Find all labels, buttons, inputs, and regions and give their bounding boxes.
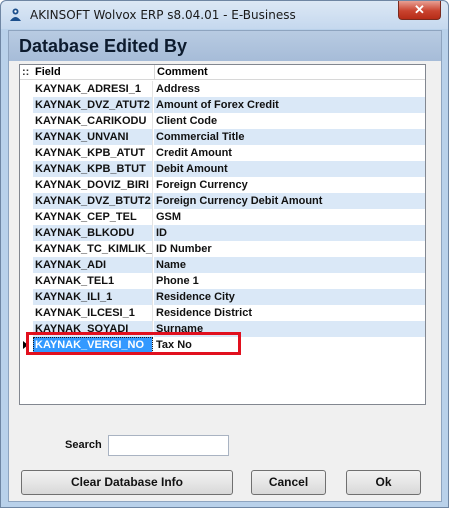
cell-comment[interactable]: Client Code	[154, 113, 425, 129]
column-header-field[interactable]: Field	[35, 65, 61, 80]
row-indicator[interactable]	[20, 241, 32, 257]
dialog-body: Database Edited By :: Field Comment KAYN…	[8, 30, 442, 502]
row-indicator[interactable]	[20, 305, 32, 321]
cell-field[interactable]: KAYNAK_DOVIZ_BIRI	[33, 177, 153, 193]
ok-button[interactable]: Ok	[346, 470, 421, 495]
row-indicator[interactable]	[20, 113, 32, 129]
cell-comment[interactable]: GSM	[154, 209, 425, 225]
cell-comment[interactable]: Address	[154, 81, 425, 97]
cell-comment[interactable]: Residence District	[154, 305, 425, 321]
close-button[interactable]: ✕	[398, 1, 441, 20]
row-indicator[interactable]	[20, 129, 32, 145]
cell-comment[interactable]: ID Number	[154, 241, 425, 257]
row-indicator[interactable]	[20, 209, 32, 225]
table-row[interactable]: KAYNAK_CEP_TEL GSM	[20, 209, 425, 225]
row-indicator[interactable]	[20, 161, 32, 177]
cell-field[interactable]: KAYNAK_ILI_1	[33, 289, 153, 305]
table-row[interactable]: KAYNAK_KPB_ATUT Credit Amount	[20, 145, 425, 161]
table-row[interactable]: KAYNAK_DVZ_ATUT2 Amount of Forex Credit	[20, 97, 425, 113]
cell-field[interactable]: KAYNAK_KPB_ATUT	[33, 145, 153, 161]
cell-comment[interactable]: Foreign Currency Debit Amount	[154, 193, 425, 209]
row-indicator[interactable]	[20, 257, 32, 273]
table-row[interactable]: KAYNAK_UNVANI Commercial Title	[20, 129, 425, 145]
clear-database-info-button[interactable]: Clear Database Info	[21, 470, 233, 495]
header-band: Database Edited By	[9, 31, 441, 61]
cell-field[interactable]: KAYNAK_ILCESI_1	[33, 305, 153, 321]
table-row[interactable]: KAYNAK_KPB_BTUT Debit Amount	[20, 161, 425, 177]
row-indicator[interactable]	[20, 145, 32, 161]
table-row[interactable]: KAYNAK_ILI_1 Residence City	[20, 289, 425, 305]
cell-comment[interactable]: ID	[154, 225, 425, 241]
row-indicator[interactable]	[20, 193, 32, 209]
highlight-annotation	[26, 332, 241, 355]
grid-header: :: Field Comment	[20, 65, 425, 80]
cancel-button[interactable]: Cancel	[251, 470, 326, 495]
table-row[interactable]: KAYNAK_TC_KIMLIK_ ID Number	[20, 241, 425, 257]
table-row[interactable]: KAYNAK_DOVIZ_BIRI Foreign Currency	[20, 177, 425, 193]
row-indicator[interactable]	[20, 81, 32, 97]
cell-field[interactable]: KAYNAK_UNVANI	[33, 129, 153, 145]
window-title: AKINSOFT Wolvox ERP s8.04.01 - E-Busines…	[30, 8, 296, 22]
cell-field[interactable]: KAYNAK_TC_KIMLIK_	[33, 241, 153, 257]
search-label: Search	[65, 439, 102, 451]
table-row[interactable]: KAYNAK_ADRESI_1 Address	[20, 81, 425, 97]
row-indicator[interactable]	[20, 289, 32, 305]
cell-comment[interactable]: Phone 1	[154, 273, 425, 289]
column-header-comment[interactable]: Comment	[154, 65, 208, 80]
row-indicator[interactable]	[20, 225, 32, 241]
cell-comment[interactable]: Name	[154, 257, 425, 273]
row-indicator[interactable]	[20, 177, 32, 193]
cell-field[interactable]: KAYNAK_CEP_TEL	[33, 209, 153, 225]
title-bar[interactable]: AKINSOFT Wolvox ERP s8.04.01 - E-Busines…	[1, 1, 448, 29]
cell-field[interactable]: KAYNAK_CARIKODU	[33, 113, 153, 129]
cell-field[interactable]: KAYNAK_BLKODU	[33, 225, 153, 241]
table-row[interactable]: KAYNAK_DVZ_BTUT2 Foreign Currency Debit A…	[20, 193, 425, 209]
cell-field[interactable]: KAYNAK_TEL1	[33, 273, 153, 289]
cell-field[interactable]: KAYNAK_ADI	[33, 257, 153, 273]
table-row[interactable]: KAYNAK_TEL1 Phone 1	[20, 273, 425, 289]
cell-field[interactable]: KAYNAK_KPB_BTUT	[33, 161, 153, 177]
table-row[interactable]: KAYNAK_ILCESI_1 Residence District	[20, 305, 425, 321]
dialog-window: AKINSOFT Wolvox ERP s8.04.01 - E-Busines…	[0, 0, 449, 508]
cell-field[interactable]: KAYNAK_DVZ_BTUT2	[33, 193, 153, 209]
cell-field[interactable]: KAYNAK_ADRESI_1	[33, 81, 153, 97]
cell-comment[interactable]: Debit Amount	[154, 161, 425, 177]
table-row[interactable]: KAYNAK_BLKODU ID	[20, 225, 425, 241]
cell-comment[interactable]: Credit Amount	[154, 145, 425, 161]
close-icon: ✕	[414, 2, 425, 17]
table-row[interactable]: KAYNAK_ADI Name	[20, 257, 425, 273]
wolvox-logo-icon	[10, 8, 21, 21]
cell-comment[interactable]: Commercial Title	[154, 129, 425, 145]
grid-rows: KAYNAK_ADRESI_1 Address KAYNAK_DVZ_ATUT2 Am…	[20, 81, 425, 353]
search-input[interactable]	[108, 435, 229, 456]
table-row[interactable]: KAYNAK_CARIKODU Client Code	[20, 113, 425, 129]
cell-field[interactable]: KAYNAK_DVZ_ATUT2	[33, 97, 153, 113]
grid-indicator-header[interactable]: ::	[22, 65, 32, 80]
cell-comment[interactable]: Foreign Currency	[154, 177, 425, 193]
cell-comment[interactable]: Amount of Forex Credit	[154, 97, 425, 113]
page-title: Database Edited By	[19, 36, 188, 56]
cell-comment[interactable]: Residence City	[154, 289, 425, 305]
row-indicator[interactable]	[20, 97, 32, 113]
row-indicator[interactable]	[20, 273, 32, 289]
